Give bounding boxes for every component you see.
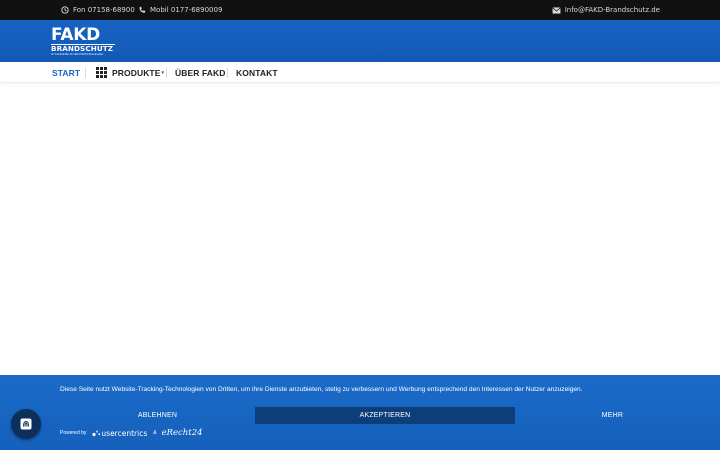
cookie-consent-banner: Diese Seite nutzt Website-Tracking-Techn… <box>0 375 720 450</box>
main-navigation: START PRODUKTE ▾ ÜBER FAKD KONTAKT <box>0 62 720 83</box>
email-address: Info@FAKD-Brandschutz.de <box>564 6 660 14</box>
phone-number: Fon 07158-68900 <box>73 6 135 14</box>
powered-by: Powered by usercentrics & eRecht24 <box>60 428 203 438</box>
nav-divider <box>166 67 167 78</box>
chevron-down-icon: ▾ <box>161 69 165 76</box>
nav-item-label: ÜBER FAKD <box>175 67 226 78</box>
email-contact[interactable]: Info@FAKD-Brandschutz.de <box>552 0 660 20</box>
nav-divider <box>227 67 228 78</box>
nav-item-about[interactable]: ÜBER FAKD <box>175 62 226 83</box>
phone-contact[interactable]: Fon 07158-68900 <box>61 0 135 20</box>
nav-item-contact[interactable]: KONTAKT <box>236 62 278 83</box>
top-contact-bar: Fon 07158-68900 Mobil 0177-6890009 Info@… <box>0 0 720 20</box>
mobile-number: Mobil 0177-6890009 <box>150 6 223 14</box>
site-header: FAKD BRANDSCHUTZ Ihr Fachhändler für HEK… <box>0 20 720 62</box>
phone-icon <box>139 6 146 13</box>
logo-tagline: Ihr Fachhändler für HEKATRON Brandmelder <box>51 53 104 56</box>
mobile-contact[interactable]: Mobil 0177-6890009 <box>138 0 222 20</box>
nav-item-label: START <box>52 67 81 78</box>
nav-item-products[interactable]: PRODUKTE ▾ <box>96 62 164 83</box>
envelope-icon <box>552 6 561 14</box>
usercentrics-logo[interactable]: usercentrics <box>92 429 147 438</box>
fakd-logo[interactable]: FAKD BRANDSCHUTZ Ihr Fachhändler für HEK… <box>51 25 115 58</box>
nav-item-label: KONTAKT <box>236 67 278 78</box>
more-button[interactable]: MEHR <box>515 407 710 424</box>
privacy-settings-button[interactable] <box>11 409 41 439</box>
nav-divider <box>85 67 86 78</box>
usercentrics-icon <box>92 430 101 437</box>
usercentrics-text: usercentrics <box>101 428 148 438</box>
grid-icon <box>96 67 107 78</box>
ampersand: & <box>153 430 157 436</box>
accept-button[interactable]: AKZEPTIEREN <box>255 407 515 424</box>
nav-item-label: PRODUKTE <box>112 67 161 78</box>
erecht24-logo[interactable]: eRecht24 <box>162 428 203 438</box>
cookie-message: Diese Seite nutzt Website-Tracking-Techn… <box>60 386 583 393</box>
fingerprint-icon <box>20 418 32 430</box>
clock-icon <box>61 6 69 14</box>
logo-subtitle: BRANDSCHUTZ <box>51 44 115 53</box>
powered-by-label: Powered by <box>60 430 87 436</box>
nav-item-start[interactable]: START <box>52 62 80 83</box>
deny-button[interactable]: ABLEHNEN <box>60 407 255 424</box>
logo-title: FAKD <box>51 25 100 45</box>
